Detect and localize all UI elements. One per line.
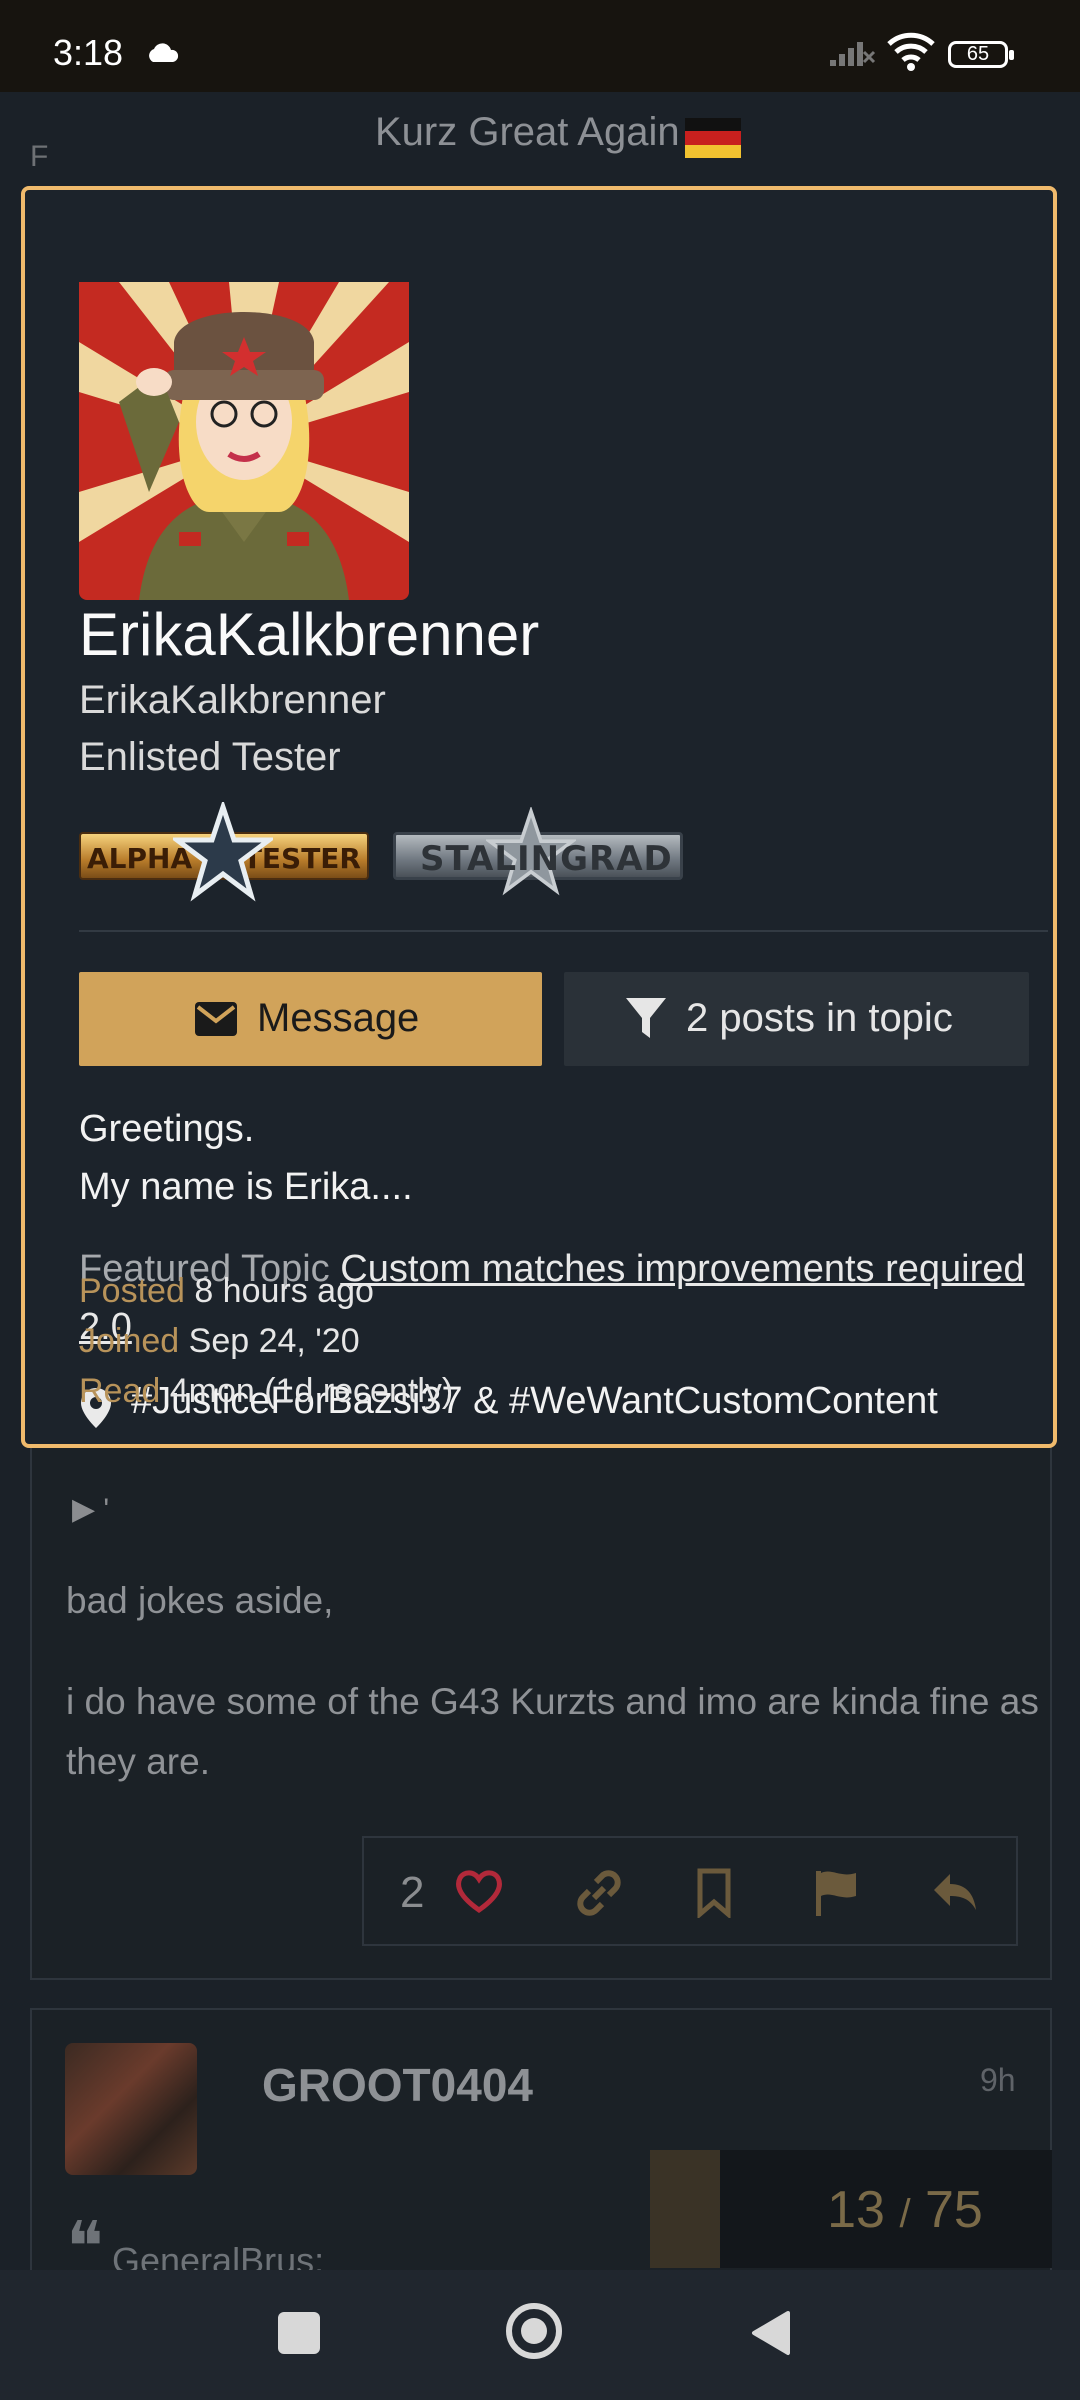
german-flag-icon bbox=[685, 118, 741, 158]
star-icon bbox=[173, 802, 273, 902]
user-bio: My name is Erika.... bbox=[79, 1166, 413, 1208]
like-count[interactable]: 2 bbox=[400, 1868, 424, 1918]
badge-stalingrad[interactable]: STALINGRAD bbox=[393, 807, 683, 896]
user-username: ErikaKalkbrenner bbox=[79, 678, 386, 722]
user-display-name[interactable]: ErikaKalkbrenner bbox=[79, 600, 539, 669]
post-username[interactable]: GROOT0404 bbox=[262, 2058, 533, 2112]
user-card: ErikaKalkbrenner ErikaKalkbrenner Enlist… bbox=[21, 186, 1057, 1448]
flag-icon[interactable] bbox=[812, 1868, 862, 1918]
filter-posts-button[interactable]: 2 posts in topic bbox=[564, 972, 1029, 1066]
details-toggle[interactable]: ▶ ' bbox=[72, 1492, 109, 1527]
battery-icon: 65 bbox=[948, 41, 1014, 68]
signal-icon bbox=[830, 42, 876, 66]
message-button[interactable]: Message bbox=[79, 972, 542, 1066]
progress-fill bbox=[650, 2150, 720, 2268]
home-icon[interactable] bbox=[506, 2303, 562, 2359]
post-paragraph: bad jokes aside, bbox=[66, 1580, 334, 1621]
progress-text: 13 / 75 bbox=[827, 2181, 983, 2239]
envelope-icon bbox=[195, 1002, 237, 1036]
bookmark-icon[interactable] bbox=[694, 1868, 734, 1918]
heart-icon[interactable] bbox=[454, 1868, 504, 1914]
post-time[interactable]: 9h bbox=[980, 2062, 1016, 2099]
avatar[interactable] bbox=[65, 2043, 197, 2175]
post-paragraph: i do have some of the G43 Kurzts and imo… bbox=[66, 1681, 1039, 1782]
post-actions: 2 bbox=[362, 1836, 1018, 1946]
post: ▶ ' bad jokes aside, i do have some of t… bbox=[30, 1440, 1052, 1980]
topic-progress[interactable]: 13 / 75 bbox=[650, 2150, 1052, 2268]
header-logo-letter: F bbox=[30, 140, 49, 173]
reply-icon[interactable] bbox=[930, 1868, 980, 1914]
user-joined: Joined Sep 24, '20 bbox=[79, 1322, 360, 1360]
user-title: Enlisted Tester bbox=[79, 735, 341, 779]
status-time: 3:18 bbox=[53, 32, 124, 73]
user-read: Read 4mon (1d recently) bbox=[79, 1372, 454, 1410]
user-bio: Greetings. bbox=[79, 1108, 255, 1150]
recent-apps-icon[interactable] bbox=[278, 2312, 320, 2354]
status-bar: 3:18 65 bbox=[0, 0, 1080, 92]
badge-alpha-tester[interactable]: ALPHA TESTER bbox=[79, 802, 369, 902]
back-icon[interactable] bbox=[748, 2309, 792, 2357]
cloud-icon bbox=[149, 43, 179, 62]
divider bbox=[79, 930, 1048, 932]
user-avatar[interactable] bbox=[79, 282, 409, 600]
topic-title[interactable]: Kurz Great Again bbox=[375, 110, 680, 155]
filter-icon bbox=[626, 998, 666, 1038]
link-icon[interactable] bbox=[574, 1868, 624, 1918]
wifi-icon bbox=[887, 32, 935, 71]
user-posted: Posted 8 hours ago bbox=[79, 1272, 374, 1310]
